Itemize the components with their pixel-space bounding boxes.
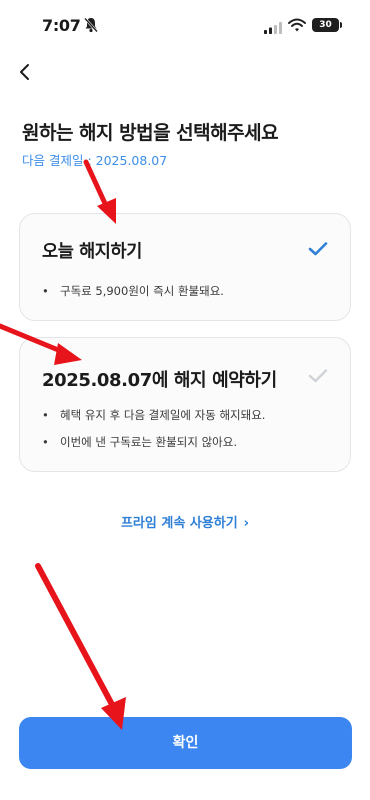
option-card-cancel-today[interactable]: 오늘 해지하기 • 구독료 5,900원이 즉시 환불돼요. (19, 213, 351, 321)
annotation-arrow (35, 563, 126, 730)
option-bullet: • 혜택 유지 후 다음 결제일에 자동 해지돼요. (42, 408, 266, 422)
confirm-button[interactable]: 확인 (19, 717, 352, 769)
next-payment-date: 다음 결제일 : 2025.08.07 (22, 153, 168, 168)
battery-tip (340, 22, 342, 28)
option-bullet-text: 이번에 낸 구독료는 환불되지 않아요. (60, 435, 237, 449)
option-bullet-text: 혜택 유지 후 다음 결제일에 자동 해지돼요. (60, 408, 266, 422)
option-title: 2025.08.07에 해지 예약하기 (42, 370, 277, 391)
continue-prime-label: 프라임 계속 사용하기 (120, 516, 238, 531)
wifi-icon (288, 17, 306, 36)
option-bullet: • 구독료 5,900원이 즉시 환불돼요. (42, 284, 224, 298)
chevron-right-icon: › (243, 516, 250, 531)
status-time: 7:07 (42, 16, 81, 35)
option-bullet: • 이번에 낸 구독료는 환불되지 않아요. (42, 435, 237, 449)
option-card-schedule-cancel[interactable]: 2025.08.07에 해지 예약하기 • 혜택 유지 후 다음 결제일에 자동 … (19, 337, 351, 472)
check-icon (308, 368, 328, 388)
chevron-left-icon (20, 64, 29, 80)
battery-icon: 30 (312, 18, 339, 32)
status-bar: 7:07 30 (0, 0, 370, 52)
back-button[interactable] (10, 58, 38, 86)
continue-prime-link[interactable]: 프라임 계속 사용하기 › (0, 512, 370, 531)
signal-icon (264, 19, 282, 38)
bell-off-icon (84, 17, 98, 33)
option-bullet-text: 구독료 5,900원이 즉시 환불돼요. (60, 284, 224, 298)
check-icon (308, 241, 328, 261)
page-title: 원하는 해지 방법을 선택해주세요 (22, 122, 279, 144)
option-title: 오늘 해지하기 (42, 242, 142, 262)
